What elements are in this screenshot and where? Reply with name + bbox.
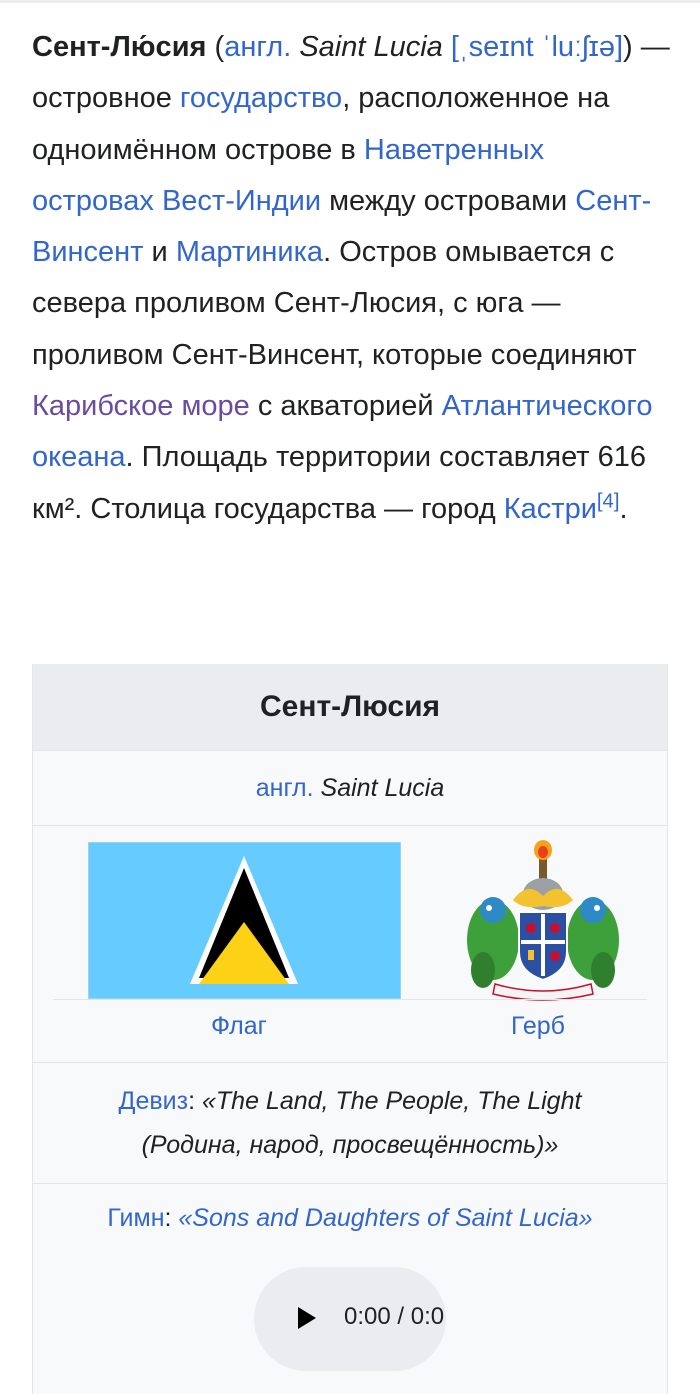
flag-image[interactable] xyxy=(87,841,402,1000)
ipa-link[interactable]: [ˌseɪnt ˈluːʃɪə] xyxy=(451,31,623,63)
infobox-title: Сент-Люсия xyxy=(33,664,667,750)
west-indies-link[interactable]: Вест-Индии xyxy=(162,185,321,217)
lang-abbr-link[interactable]: англ. xyxy=(224,31,291,63)
native-name: Saint Lucia xyxy=(299,31,443,63)
player-time: 0:00 / 0:00 xyxy=(344,1303,444,1330)
lead-text-8: . xyxy=(619,492,628,525)
motto-translation: (Родина, народ, просвещённость)» xyxy=(141,1131,559,1159)
infobox: Сент-Люсия англ. Saint Lucia Флаг Герб Д… xyxy=(32,664,668,1394)
audio-player: 0:00 / 0:00 xyxy=(254,1267,446,1371)
infobox-native-name-row: англ. Saint Lucia xyxy=(33,750,667,825)
coat-of-arms-link[interactable]: Герб xyxy=(511,1012,565,1041)
lead-text-4: и xyxy=(143,236,176,269)
symbols-divider xyxy=(53,999,647,1000)
article-subject: Сент-Лю́сия xyxy=(32,31,207,63)
anthem-link[interactable]: Гимн xyxy=(107,1204,164,1232)
motto-colon: : xyxy=(188,1087,202,1115)
play-icon[interactable] xyxy=(298,1307,316,1329)
martinique-link[interactable]: Мартиника xyxy=(176,236,323,268)
flag-link[interactable]: Флаг xyxy=(211,1012,267,1041)
article-lead-paragraph: Сент-Лю́сия (англ. Saint Lucia [ˌseɪnt ˈ… xyxy=(32,22,672,535)
motto-link[interactable]: Девиз xyxy=(119,1087,189,1115)
coat-of-arms-image[interactable] xyxy=(453,840,633,1002)
top-divider xyxy=(0,0,700,3)
lead-space xyxy=(154,185,162,217)
anthem-title-link[interactable]: «Sons and Daughters of Saint Lucia» xyxy=(178,1204,592,1232)
paren-close: ) xyxy=(623,31,633,63)
motto-text: «The Land, The People, The Light xyxy=(202,1087,582,1115)
castries-link[interactable]: Кастри xyxy=(504,493,597,525)
anthem-colon: : xyxy=(164,1204,179,1232)
infobox-motto-row: Девиз: «The Land, The People, The Light … xyxy=(33,1062,667,1183)
infobox-native-name: Saint Lucia xyxy=(320,773,445,802)
infobox-anthem-row: Гимн: «Sons and Daughters of Saint Lucia… xyxy=(33,1183,667,1371)
infobox-symbols-row: Флаг Герб xyxy=(33,825,667,1062)
lead-text-6: с акваторией xyxy=(249,390,442,423)
caribbean-sea-link[interactable]: Карибское море xyxy=(32,390,250,422)
state-link[interactable]: государство xyxy=(180,82,342,114)
native-lang-link[interactable]: англ. xyxy=(256,774,314,803)
lead-text-3: между островами xyxy=(321,184,576,217)
paren-open: ( xyxy=(214,31,225,63)
reference-link[interactable]: [4] xyxy=(597,490,620,512)
